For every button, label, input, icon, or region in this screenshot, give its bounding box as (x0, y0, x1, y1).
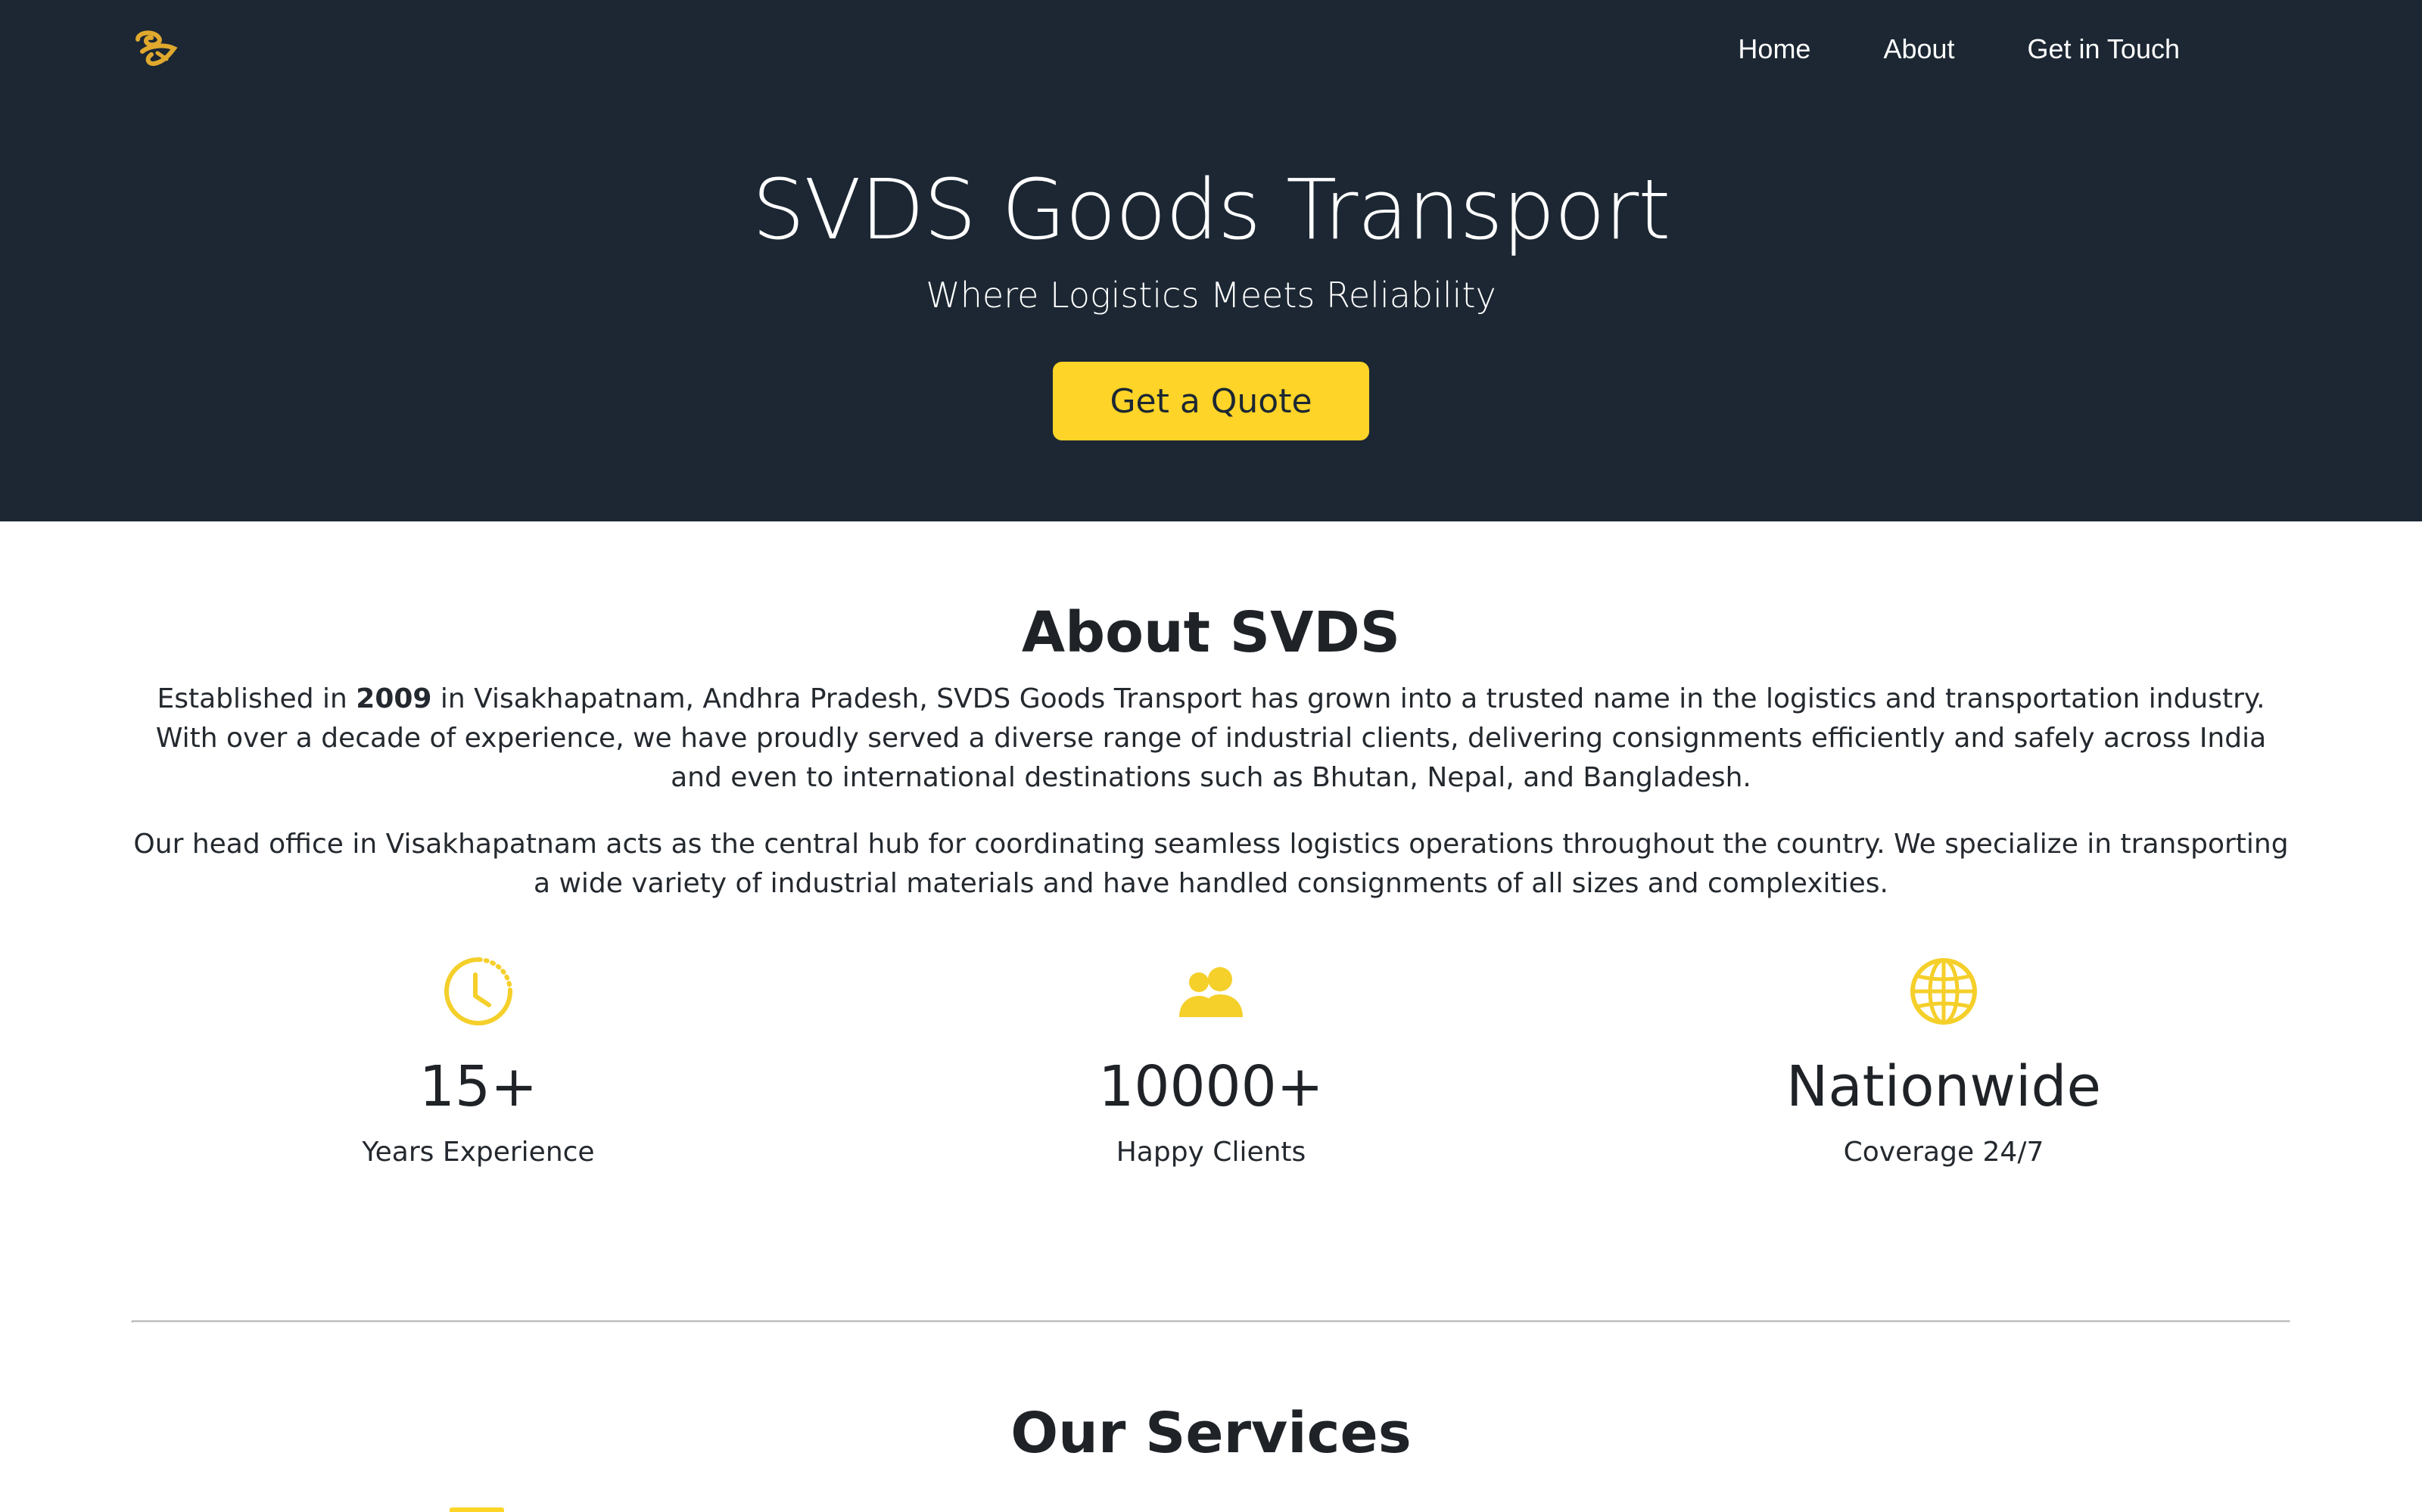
clock-icon (444, 957, 512, 1025)
main-nav: Home About Get in Touch (1738, 30, 2180, 68)
get-quote-button[interactable]: Get a Quote (1053, 362, 1369, 440)
users-icon (1179, 967, 1243, 1017)
service-icon-peek (450, 1507, 504, 1512)
swan-logo-icon (135, 30, 178, 67)
founded-year: 2009 (356, 683, 432, 714)
nav-home[interactable]: Home (1738, 30, 1810, 68)
hero-section: Home About Get in Touch SVDS Goods Trans… (0, 0, 2422, 521)
stat-value: 15+ (419, 1054, 538, 1119)
stat-label: Years Experience (362, 1137, 595, 1168)
page: Home About Get in Touch SVDS Goods Trans… (0, 0, 2422, 1512)
services-title: Our Services (1010, 1401, 1412, 1466)
about-p1-end: in Visakhapatnam, Andhra Pradesh, SVDS G… (155, 683, 2267, 793)
hero-title: SVDS Goods Transport (752, 161, 1671, 258)
logo-link[interactable] (132, 29, 180, 71)
about-paragraph-2: Our head office in Visakhapatnam acts as… (133, 829, 2289, 899)
stat-clients: 10000+ Happy Clients (870, 955, 1552, 1171)
section-divider (132, 1321, 2290, 1323)
stat-years: 15+ Years Experience (138, 955, 819, 1171)
stat-label: Happy Clients (1116, 1137, 1306, 1168)
stat-label: Coverage 24/7 (1843, 1137, 2044, 1168)
about-p1-start: Established in (157, 683, 356, 714)
about-title: About SVDS (1021, 600, 1401, 665)
stat-value: Nationwide (1785, 1054, 2102, 1119)
globe-icon (1910, 958, 1977, 1025)
stat-value: 10000+ (1098, 1054, 1324, 1119)
nav-about[interactable]: About (1883, 30, 1954, 68)
hero-subtitle: Where Logistics Meets Reliability (926, 275, 1496, 316)
nav-get-in-touch[interactable]: Get in Touch (2028, 30, 2180, 68)
stat-coverage: Nationwide Coverage 24/7 (1603, 955, 2284, 1171)
about-paragraph-1: Established in 2009 in Visakhapatnam, An… (132, 680, 2290, 798)
